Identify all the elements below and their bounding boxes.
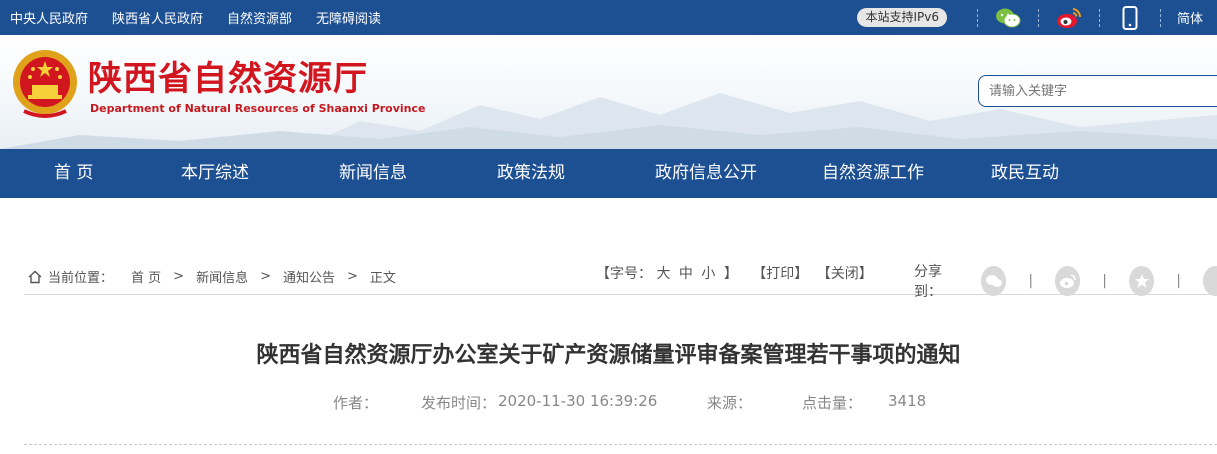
ipv6-badge: 本站支持IPv6 bbox=[857, 8, 947, 27]
font-size-close: 】 bbox=[723, 266, 738, 282]
divider bbox=[1098, 8, 1100, 27]
link-accessibility[interactable]: 无障碍阅读 bbox=[316, 8, 381, 27]
site-subtitle: Department of Natural Resources of Shaan… bbox=[90, 102, 426, 115]
breadcrumb-bar: 当前位置： 首 页 > 新闻信息 > 通知公告 > 正文 【字号： 大 中 小 … bbox=[24, 255, 1217, 300]
share-divider: | bbox=[1102, 273, 1107, 289]
wechat-icon[interactable] bbox=[994, 6, 1022, 30]
share-label: 分享到： bbox=[914, 264, 942, 300]
views-label: 点击量： bbox=[802, 394, 863, 412]
top-utility-bar: 中央人民政府 陕西省人民政府 自然资源部 无障碍阅读 本站支持IPv6 简体 bbox=[0, 0, 1217, 35]
weibo-share-icon[interactable] bbox=[1055, 266, 1081, 296]
publish-time-label: 发布时间： bbox=[421, 394, 497, 412]
font-size-medium[interactable]: 中 bbox=[679, 266, 693, 282]
breadcrumb-separator: > bbox=[260, 269, 271, 284]
search-box bbox=[978, 75, 1217, 107]
divider bbox=[1037, 8, 1039, 27]
breadcrumb-notices[interactable]: 通知公告 bbox=[283, 267, 335, 286]
article-title: 陕西省自然资源厅办公室关于矿产资源储量评审备案管理若干事项的通知 bbox=[256, 343, 961, 368]
breadcrumb-separator: > bbox=[173, 269, 185, 284]
site-title: 陕西省自然资源厅 bbox=[88, 59, 368, 99]
article-divider bbox=[24, 444, 1217, 445]
top-right-tools: 本站支持IPv6 简体 bbox=[857, 0, 1217, 35]
link-central-gov[interactable]: 中央人民政府 bbox=[10, 8, 88, 27]
weibo-icon[interactable] bbox=[1055, 6, 1083, 30]
wechat-share-icon[interactable] bbox=[981, 266, 1007, 296]
nav-policy[interactable]: 政策法规 bbox=[497, 149, 565, 198]
close-button[interactable]: 【关闭】 bbox=[817, 266, 873, 282]
home-icon bbox=[28, 270, 42, 283]
nav-news[interactable]: 新闻信息 bbox=[339, 149, 407, 198]
font-size-large[interactable]: 大 bbox=[656, 266, 670, 282]
search-input[interactable] bbox=[979, 76, 1209, 106]
main-nav: 首 页 本厅综述 新闻信息 政策法规 政府信息公开 自然资源工作 政民互动 bbox=[0, 149, 1217, 198]
share-divider: | bbox=[1028, 273, 1034, 289]
site-header: 陕西省自然资源厅 Department of Natural Resources… bbox=[0, 35, 1217, 149]
divider bbox=[976, 8, 978, 27]
font-size-small[interactable]: 小 bbox=[701, 266, 715, 282]
nav-home[interactable]: 首 页 bbox=[54, 149, 93, 198]
breadcrumb-separator: > bbox=[347, 269, 358, 284]
simplified-chinese-toggle[interactable]: 简体 bbox=[1177, 8, 1203, 27]
source-label: 来源： bbox=[707, 394, 753, 412]
breadcrumb: 当前位置： 首 页 > 新闻信息 > 通知公告 > 正文 bbox=[28, 267, 396, 286]
favorite-share-icon[interactable] bbox=[1129, 266, 1155, 296]
link-shaanxi-gov[interactable]: 陕西省人民政府 bbox=[112, 8, 203, 27]
nav-overview[interactable]: 本厅综述 bbox=[181, 149, 249, 198]
nav-resources-work[interactable]: 自然资源工作 bbox=[822, 149, 924, 198]
link-mnr[interactable]: 自然资源部 bbox=[227, 8, 292, 27]
author-label: 作者： bbox=[333, 394, 379, 412]
divider bbox=[1159, 8, 1161, 27]
breadcrumb-home[interactable]: 首 页 bbox=[131, 267, 161, 286]
views-count: 3418 bbox=[888, 392, 927, 410]
top-links: 中央人民政府 陕西省人民政府 自然资源部 无障碍阅读 bbox=[10, 0, 405, 35]
breadcrumb-news[interactable]: 新闻信息 bbox=[196, 267, 248, 286]
print-button[interactable]: 【打印】 bbox=[752, 266, 808, 282]
share-bar: 分享到： | | | bbox=[914, 261, 1217, 301]
mobile-icon[interactable] bbox=[1116, 5, 1144, 30]
font-size-label: 【字号： bbox=[596, 266, 652, 282]
share-divider: | bbox=[1176, 273, 1181, 289]
article-tools: 【字号： 大 中 小 】 【打印】 【关闭】 bbox=[596, 263, 877, 283]
nav-interaction[interactable]: 政民互动 bbox=[991, 149, 1059, 198]
publish-time: 2020-11-30 16:39:26 bbox=[498, 392, 658, 410]
nav-gov-info[interactable]: 政府信息公开 bbox=[655, 149, 757, 198]
national-emblem-icon bbox=[13, 50, 77, 118]
more-share-icon[interactable] bbox=[1202, 266, 1217, 296]
breadcrumb-label: 当前位置： bbox=[48, 271, 114, 286]
breadcrumb-current: 正文 bbox=[369, 271, 396, 286]
